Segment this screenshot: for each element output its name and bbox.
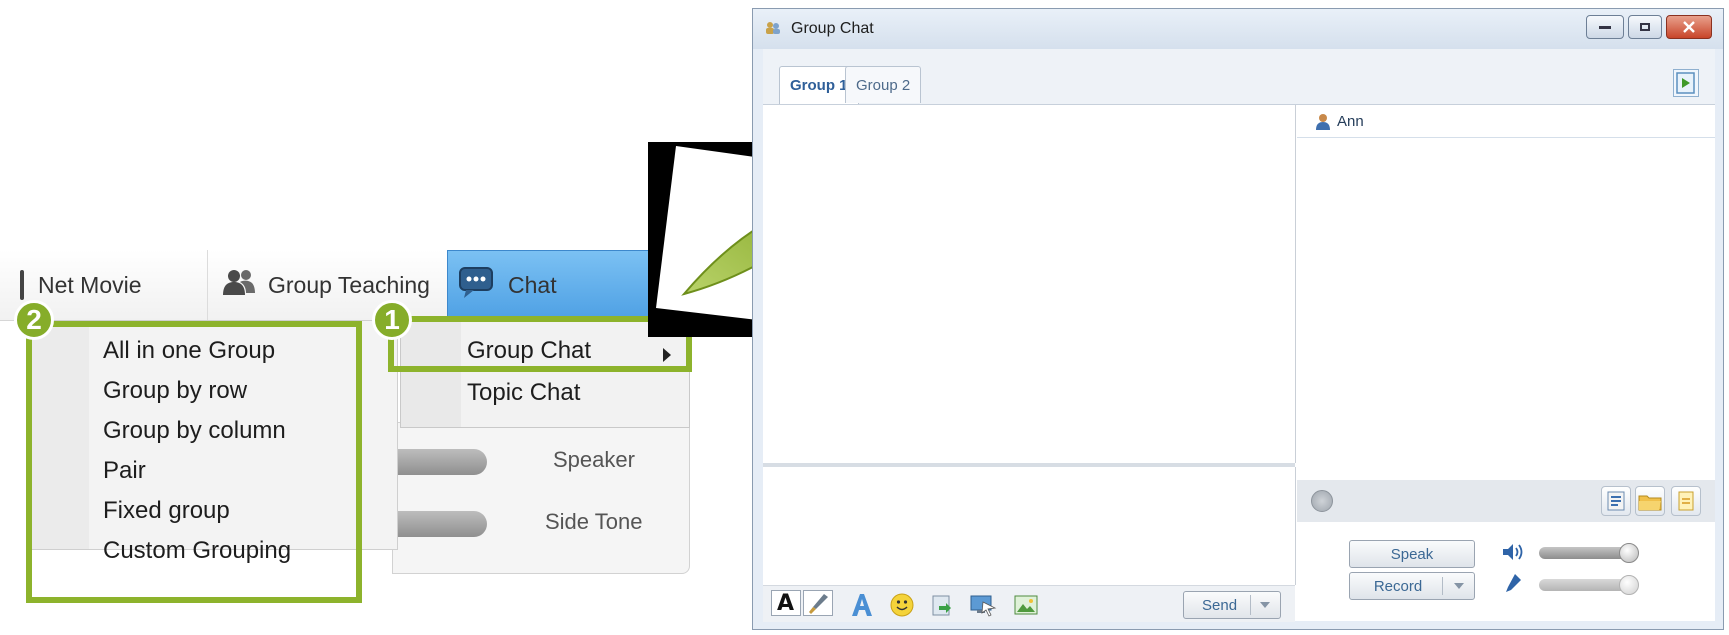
send-divider: [1250, 595, 1251, 615]
side-tone-label: Side Tone: [545, 509, 643, 534]
net-movie-label: Net Movie: [38, 271, 142, 298]
instruction-panel: Net Movie Group Teaching Chat Speaker Si…: [0, 250, 692, 603]
file-transfer-icon: [932, 595, 951, 616]
speak-button[interactable]: Speak: [1349, 540, 1475, 568]
font-button[interactable]: A: [771, 590, 801, 616]
step-1-badge: 1: [372, 300, 412, 340]
group-chat-window: Group Chat Group 1 Group 2 A Send Ann Sp…: [752, 8, 1724, 630]
member-list: Ann: [1297, 105, 1715, 480]
smiley-icon: [890, 593, 914, 617]
image-icon: [1014, 595, 1038, 615]
exit-chat-button[interactable]: [1673, 69, 1699, 97]
side-tone-slider[interactable]: [393, 511, 487, 537]
member-view-button[interactable]: [1601, 486, 1631, 516]
status-icon[interactable]: [1311, 490, 1333, 512]
tab-group-2[interactable]: Group 2: [845, 66, 922, 103]
maximize-button[interactable]: [1628, 15, 1662, 39]
chat-label: Chat: [508, 272, 557, 298]
main-toolbar: Net Movie Group Teaching Chat: [0, 250, 690, 321]
user-icon: [1316, 114, 1330, 130]
speaker-label: Speaker: [553, 447, 635, 472]
speaker-slider[interactable]: [393, 449, 487, 475]
app-icon: [765, 21, 781, 35]
volume-icon: [1503, 544, 1523, 560]
brush-button[interactable]: [803, 590, 833, 616]
record-divider: [1442, 577, 1443, 595]
note-icon: [1678, 491, 1694, 511]
member-toolbar: [1297, 480, 1715, 522]
group-tab-bar: Group 1 Group 2: [763, 49, 1715, 105]
folder-button[interactable]: [1635, 486, 1665, 516]
volume-slider[interactable]: [1539, 543, 1639, 563]
brush-icon: [809, 594, 828, 614]
slider-knob[interactable]: [1619, 543, 1639, 563]
speak-label: Speak: [1390, 545, 1434, 563]
window-titlebar: Group Chat: [753, 9, 1723, 49]
maximize-icon: [1640, 23, 1650, 31]
step-2-badge: 2: [14, 300, 54, 340]
message-toolbar: A Send: [763, 585, 1295, 622]
audio-settings-panel: Speaker Side Tone: [392, 422, 690, 574]
exit-icon: [1676, 72, 1695, 94]
group-teaching-label: Group Teaching: [268, 271, 430, 298]
minimize-button[interactable]: [1586, 15, 1624, 39]
toolbar-divider: [207, 250, 208, 320]
member-row[interactable]: Ann: [1297, 105, 1715, 138]
insert-image-button[interactable]: [1013, 592, 1039, 618]
emoticon-button[interactable]: [889, 592, 915, 618]
close-button[interactable]: [1666, 15, 1712, 39]
callout-frame-1: [388, 316, 692, 372]
text-style-button[interactable]: [849, 592, 875, 618]
message-history-area[interactable]: [763, 105, 1296, 463]
slider-knob[interactable]: [1619, 575, 1639, 595]
notes-button[interactable]: [1671, 486, 1701, 516]
microphone-icon: [1506, 574, 1521, 592]
screen-share-button[interactable]: [969, 592, 997, 618]
send-file-button[interactable]: [929, 592, 955, 618]
menu-item-topic-chat[interactable]: Topic Chat: [467, 379, 580, 407]
folder-icon: [1638, 495, 1662, 511]
message-input-area[interactable]: [763, 467, 1296, 585]
chevron-down-icon[interactable]: [1260, 602, 1270, 608]
chevron-down-icon[interactable]: [1454, 583, 1464, 589]
send-button[interactable]: Send: [1183, 591, 1281, 619]
list-view-icon: [1607, 491, 1625, 511]
microphone-slider[interactable]: [1539, 575, 1639, 595]
font-icon: A: [777, 591, 795, 616]
text-color-icon: [852, 594, 872, 616]
screen-icon: [970, 595, 997, 617]
window-content: Group 1 Group 2 A Send Ann Speak Record: [763, 49, 1715, 622]
minimize-icon: [1599, 25, 1611, 29]
close-icon: [1683, 21, 1695, 33]
chat-bubble-icon: [458, 266, 494, 306]
voice-controls: Speak Record: [1297, 522, 1715, 621]
send-label: Send: [1202, 597, 1238, 614]
member-name: Ann: [1337, 113, 1364, 130]
net-movie-icon: [20, 270, 24, 300]
people-icon: [222, 268, 256, 302]
window-title: Group Chat: [791, 20, 874, 37]
record-button[interactable]: Record: [1349, 572, 1475, 600]
callout-frame-2: [26, 321, 362, 603]
record-label: Record: [1373, 577, 1423, 595]
